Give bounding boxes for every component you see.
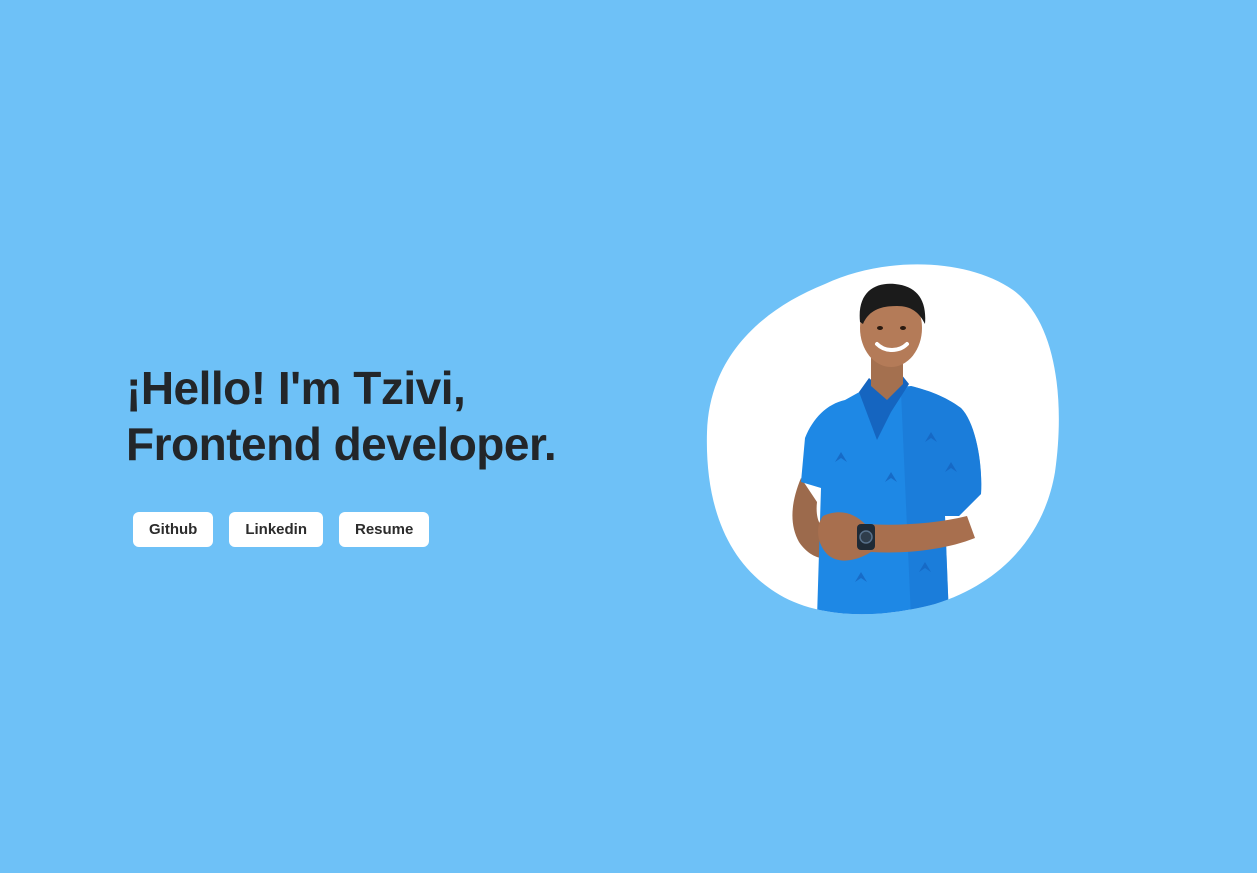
- resume-button[interactable]: Resume: [339, 512, 430, 547]
- github-button[interactable]: Github: [133, 512, 214, 547]
- hero-headline: ¡Hello! I'm Tzivi, Frontend developer.: [126, 360, 646, 472]
- profile-portrait: [705, 262, 1061, 616]
- profile-photo: [706, 264, 1059, 615]
- social-links: Github Linkedin Resume: [133, 512, 430, 547]
- hero-section: ¡Hello! I'm Tzivi, Frontend developer.: [126, 360, 646, 472]
- linkedin-button[interactable]: Linkedin: [229, 512, 323, 547]
- headline-line-1: ¡Hello! I'm Tzivi,: [126, 362, 466, 414]
- headline-line-2: Frontend developer.: [126, 418, 557, 470]
